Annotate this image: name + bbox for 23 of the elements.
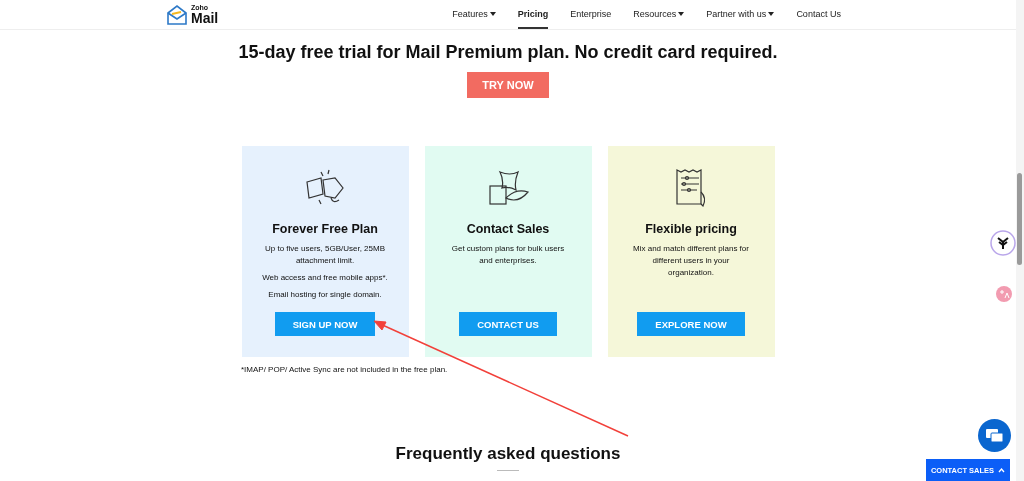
card-description: Up to five users, 5GB/User, 25MB attachment limit.	[263, 243, 386, 267]
card-title: Flexible pricing	[645, 222, 737, 236]
accessibility-icon[interactable]	[990, 230, 1016, 256]
nav-link[interactable]: Resources	[633, 0, 685, 29]
nav-link[interactable]: Partner with us	[706, 0, 775, 29]
chat-icon[interactable]	[978, 419, 1011, 452]
nav-link[interactable]: Pricing	[517, 0, 549, 29]
faq-heading: Frequently asked questions	[395, 444, 621, 464]
logo-product: Mail	[191, 11, 219, 25]
card-description: Get custom plans for bulk users and enterprises.	[450, 243, 566, 267]
nav-link[interactable]: Contact Us	[796, 0, 841, 29]
nav-link[interactable]: Enterprise	[570, 0, 612, 29]
card-title: Forever Free Plan	[272, 222, 378, 236]
envelope-logo-icon	[166, 3, 188, 26]
nav-link[interactable]: Features	[452, 0, 496, 29]
card-title: Contact Sales	[466, 222, 550, 236]
card-description: Mix and match different plans for different users in your organization.	[632, 243, 750, 279]
footnote: *IMAP/ POP/ Active Sync are not included in the free plan.	[241, 365, 448, 374]
chevron-up-icon	[998, 467, 1006, 473]
trial-heading: 15-day free trial for Mail Premium plan. No credit card required.	[238, 42, 778, 63]
card-description: Web access and free mobile apps*.	[262, 272, 388, 284]
scrollbar-thumb[interactable]	[1017, 173, 1022, 265]
card-description: Email hosting for single domain.	[268, 289, 382, 301]
